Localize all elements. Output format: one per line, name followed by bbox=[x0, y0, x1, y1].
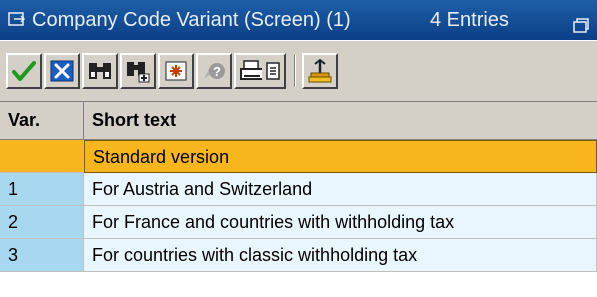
new-entries-icon bbox=[163, 59, 189, 83]
short-text-cell[interactable]: Standard version bbox=[84, 140, 597, 173]
new-entries-button[interactable] bbox=[158, 53, 194, 89]
var-cell[interactable]: 3 bbox=[0, 239, 84, 272]
cancel-x-icon bbox=[50, 60, 74, 82]
short-text-cell[interactable]: For countries with classic withholding t… bbox=[84, 239, 597, 272]
application-toolbar: ? bbox=[0, 40, 597, 102]
list-icon bbox=[265, 60, 281, 82]
confirm-button[interactable] bbox=[6, 53, 42, 89]
window-menu-icon[interactable] bbox=[8, 2, 28, 26]
variant-table: Var. Short text Standard version 1 For A… bbox=[0, 102, 597, 297]
short-text-cell[interactable]: For France and countries with withholdin… bbox=[84, 206, 597, 239]
table-row[interactable]: 3 For countries with classic withholding… bbox=[0, 239, 597, 272]
var-cell[interactable] bbox=[0, 140, 84, 173]
table-header: Var. Short text bbox=[0, 102, 597, 140]
column-header-short-text[interactable]: Short text bbox=[84, 102, 597, 139]
svg-text:?: ? bbox=[213, 64, 221, 79]
window-restore-icon[interactable] bbox=[572, 10, 590, 33]
binoculars-find-icon bbox=[87, 59, 113, 83]
entries-count: 4 Entries bbox=[430, 9, 509, 31]
list-button[interactable] bbox=[262, 53, 286, 89]
table-row[interactable]: Standard version bbox=[0, 140, 597, 173]
find-next-button[interactable] bbox=[120, 53, 156, 89]
help-icon: ? bbox=[201, 59, 227, 83]
cancel-button[interactable] bbox=[44, 53, 80, 89]
binoculars-find-next-icon bbox=[125, 59, 151, 83]
window-titlebar: Company Code Variant (Screen) (1) 4 Entr… bbox=[0, 0, 597, 40]
table-row[interactable]: 1 For Austria and Switzerland bbox=[0, 173, 597, 206]
checkmark-icon bbox=[11, 59, 37, 83]
sap-selection-window: Company Code Variant (Screen) (1) 4 Entr… bbox=[0, 0, 597, 297]
help-button[interactable]: ? bbox=[196, 53, 232, 89]
sort-button[interactable] bbox=[302, 53, 338, 89]
table-row[interactable]: 2 For France and countries with withhold… bbox=[0, 206, 597, 239]
window-title: Company Code Variant (Screen) (1) bbox=[32, 9, 351, 31]
short-text-cell[interactable]: For Austria and Switzerland bbox=[84, 173, 597, 206]
toolbar-separator bbox=[294, 55, 296, 87]
sort-icon bbox=[307, 58, 333, 84]
column-header-var[interactable]: Var. bbox=[0, 102, 84, 139]
var-cell[interactable]: 1 bbox=[0, 173, 84, 206]
find-button[interactable] bbox=[82, 53, 118, 89]
var-cell[interactable]: 2 bbox=[0, 206, 84, 239]
